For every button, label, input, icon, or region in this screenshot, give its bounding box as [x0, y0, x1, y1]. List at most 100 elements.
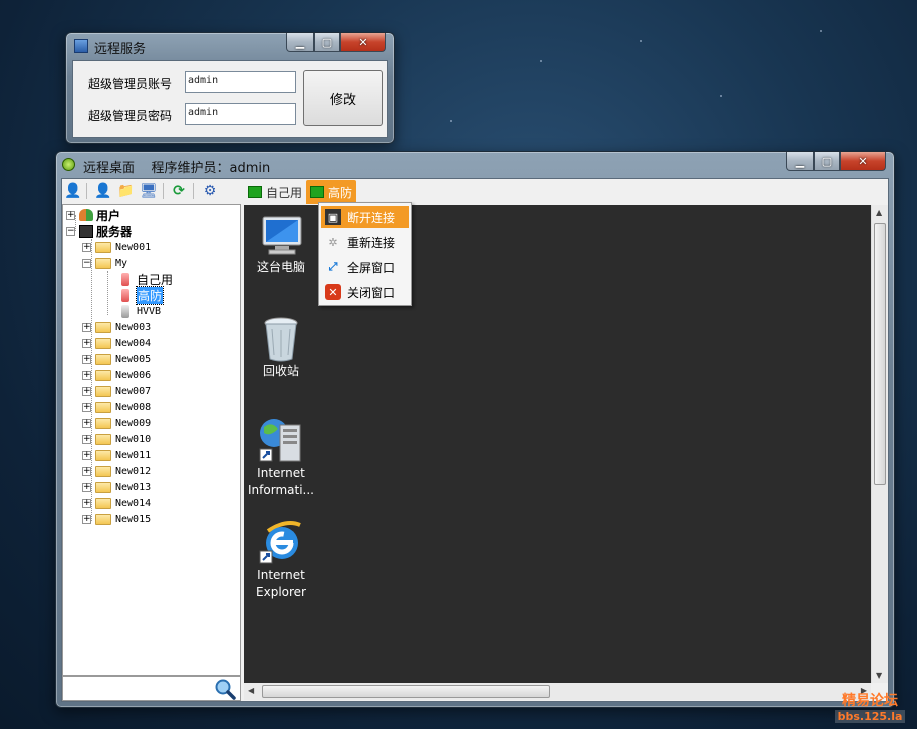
tree-label: New014 — [115, 497, 152, 509]
minimize-button[interactable]: ▁ — [286, 33, 314, 52]
tree-label: 高防 — [135, 285, 165, 305]
watermark-title: 精易论坛 — [842, 693, 898, 709]
maximize-button[interactable]: ▢ — [314, 33, 340, 52]
tree-folder[interactable]: + New010 — [82, 431, 151, 447]
server-tree[interactable]: + 用户 − 服务器 + New001 − My 自己用 高防 HVVB + Ne… — [62, 204, 241, 676]
collapse-icon[interactable]: − — [66, 226, 75, 236]
expand-icon[interactable]: + — [82, 386, 91, 396]
desktop-icon-iis[interactable]: Internet Informati... — [244, 415, 318, 499]
tree-label: New015 — [115, 513, 152, 525]
desktop-icon-label: 回收站 — [262, 364, 299, 378]
tree-server-node[interactable]: 自己用 — [121, 271, 173, 287]
tree-label: New005 — [115, 353, 152, 365]
expand-icon[interactable]: + — [82, 322, 91, 332]
settings-icon[interactable]: ⚙ — [201, 182, 219, 200]
desktop-icon-recycle-bin[interactable]: 回收站 — [244, 315, 318, 380]
connection-icon — [248, 186, 262, 198]
tree-folder[interactable]: + New011 — [82, 447, 151, 463]
password-field[interactable]: admin — [185, 103, 296, 125]
tree-folder[interactable]: + New014 — [82, 495, 151, 511]
scroll-left-arrow-icon[interactable]: ◀ — [248, 686, 254, 695]
minimize-button[interactable]: ▁ — [786, 152, 814, 171]
tree-server-node-selected[interactable]: 高防 — [121, 285, 165, 305]
folder-icon — [95, 369, 111, 381]
expand-icon[interactable]: + — [82, 338, 91, 348]
account-field[interactable]: admin — [185, 71, 296, 93]
tree-label: New004 — [115, 337, 152, 349]
tree-node-servers[interactable]: − 服务器 — [66, 223, 132, 239]
horizontal-scrollbar[interactable]: ◀ ▶ — [244, 683, 871, 700]
tree-folder[interactable]: + New001 — [82, 239, 151, 255]
menu-item-reconnect[interactable]: ✲ 重新连接 — [321, 231, 409, 253]
maximize-button[interactable]: ▢ — [814, 152, 840, 171]
tree-label: New008 — [115, 401, 152, 413]
expand-icon[interactable]: + — [82, 482, 91, 492]
window-title: 远程服务 — [94, 42, 147, 57]
expand-icon[interactable]: + — [82, 498, 91, 508]
tree-folder[interactable]: + New009 — [82, 415, 151, 431]
tree-folder[interactable]: + New003 — [82, 319, 151, 335]
expand-icon[interactable]: + — [82, 514, 91, 524]
expand-icon[interactable]: + — [82, 402, 91, 412]
tree-folder[interactable]: + New005 — [82, 351, 151, 367]
menu-item-label: 关闭窗口 — [347, 285, 396, 300]
tree-folder[interactable]: + New004 — [82, 335, 151, 351]
menu-item-close-window[interactable]: ✕ 关闭窗口 — [321, 281, 409, 303]
expand-icon[interactable]: + — [82, 466, 91, 476]
expand-icon[interactable]: + — [66, 210, 75, 220]
scrollbar-thumb[interactable] — [262, 685, 550, 698]
tree-folder[interactable]: + New008 — [82, 399, 151, 415]
users-group-icon — [79, 209, 93, 221]
computer-icon — [262, 216, 302, 255]
add-server-icon[interactable]: 🖥 — [140, 182, 158, 200]
scroll-up-arrow-icon[interactable]: ▲ — [876, 208, 882, 217]
expand-icon[interactable]: + — [82, 418, 91, 428]
tree-label: 服务器 — [96, 224, 133, 239]
tab-high-defense[interactable]: 高防 — [306, 180, 357, 204]
add-folder-icon[interactable]: 📁 — [117, 182, 135, 200]
refresh-icon[interactable]: ⟳ — [170, 182, 188, 200]
scrollbar-thumb[interactable] — [874, 223, 886, 485]
connection-icon — [310, 186, 324, 198]
tree-folder[interactable]: + New007 — [82, 383, 151, 399]
context-menu: ▣ 断开连接 ✲ 重新连接 ⤢ 全屏窗口 ✕ 关闭窗口 — [318, 202, 412, 306]
desktop-icon-ie[interactable]: Internet Explorer — [244, 517, 318, 601]
folder-icon — [95, 481, 111, 493]
desktop-icon-this-pc[interactable]: 这台电脑 — [244, 215, 318, 276]
expand-icon[interactable]: + — [82, 354, 91, 364]
folder-icon — [95, 433, 111, 445]
tree-folder[interactable]: + New012 — [82, 463, 151, 479]
menu-item-disconnect[interactable]: ▣ 断开连接 — [321, 206, 409, 228]
user-config-icon[interactable]: 👤 — [64, 182, 82, 200]
vertical-scrollbar[interactable]: ▲ ▼ — [871, 205, 888, 683]
menu-item-fullscreen[interactable]: ⤢ 全屏窗口 — [321, 256, 409, 278]
tab-self-use[interactable]: 自己用 — [244, 180, 306, 204]
add-user-icon[interactable]: 👤 — [94, 182, 112, 200]
tree-folder[interactable]: − My — [82, 255, 127, 271]
iis-icon — [259, 419, 301, 462]
tree-server-node[interactable]: HVVB — [121, 303, 161, 319]
close-button[interactable]: ✕ — [840, 152, 886, 171]
folder-icon — [95, 385, 111, 397]
tree-label: My — [115, 257, 128, 269]
search-icon[interactable] — [214, 678, 236, 700]
tree-node-users[interactable]: + 用户 — [66, 207, 120, 223]
tree-folder[interactable]: + New006 — [82, 367, 151, 383]
account-label: 超级管理员账号 — [88, 77, 173, 91]
close-button[interactable]: ✕ — [340, 33, 386, 52]
expand-icon[interactable]: + — [82, 450, 91, 460]
scroll-down-arrow-icon[interactable]: ▼ — [876, 671, 882, 680]
tree-folder[interactable]: + New015 — [82, 511, 151, 527]
expand-icon[interactable]: + — [82, 242, 91, 252]
tree-label: New007 — [115, 385, 152, 397]
folder-icon — [95, 417, 111, 429]
collapse-icon[interactable]: − — [82, 258, 91, 268]
folder-icon — [95, 513, 111, 525]
tree-folder[interactable]: + New013 — [82, 479, 151, 495]
tree-label: 用户 — [96, 208, 121, 223]
dialog-body: 超级管理员账号 admin 超级管理员密码 admin 修改 — [72, 60, 388, 138]
expand-icon[interactable]: + — [82, 434, 91, 444]
menu-item-label: 断开连接 — [347, 210, 396, 225]
expand-icon[interactable]: + — [82, 370, 91, 380]
modify-button[interactable]: 修改 — [303, 70, 383, 126]
